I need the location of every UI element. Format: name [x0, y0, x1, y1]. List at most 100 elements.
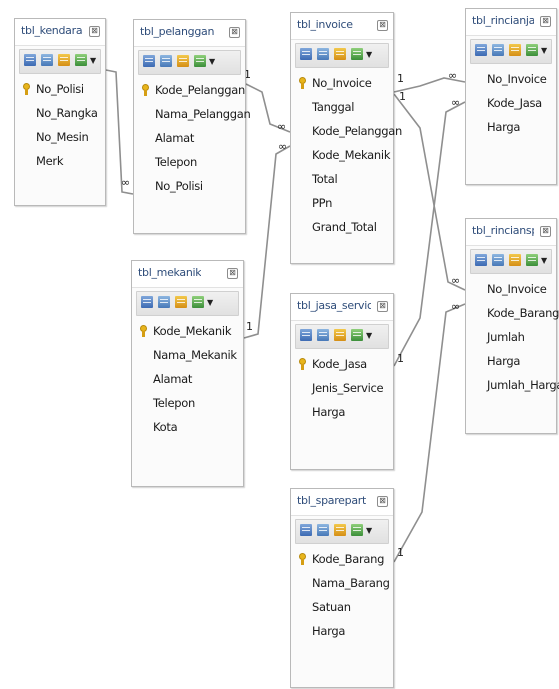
close-icon[interactable]: ⊠ — [540, 226, 551, 237]
relation-pelanggan-invoice[interactable]: 1∞ — [244, 68, 291, 133]
field-row[interactable]: Kode_Mekanik — [132, 319, 243, 343]
field-row[interactable]: Jenis_Service — [291, 376, 393, 400]
edit-table-icon[interactable] — [509, 254, 521, 266]
edit-table-icon[interactable] — [509, 44, 521, 56]
dropdown-arrow-icon[interactable]: ▼ — [366, 331, 372, 340]
field-row[interactable]: Alamat — [134, 126, 245, 150]
close-icon[interactable]: ⊠ — [377, 301, 388, 312]
field-row[interactable]: Harga — [291, 400, 393, 424]
field-row[interactable]: Total — [291, 167, 393, 191]
edit-table-icon[interactable] — [177, 55, 189, 67]
refresh-icon[interactable] — [75, 54, 87, 66]
refresh-icon[interactable] — [526, 44, 538, 56]
field-row[interactable]: Kode_Barang — [466, 301, 559, 325]
delete-field-icon[interactable] — [317, 48, 329, 60]
dropdown-arrow-icon[interactable]: ▼ — [209, 57, 215, 66]
table-header[interactable]: tbl_rinciansparе... ⊠ — [466, 219, 556, 246]
field-row[interactable]: Kode_Mekanik — [291, 143, 393, 167]
add-field-icon[interactable] — [141, 296, 153, 308]
dropdown-arrow-icon[interactable]: ▼ — [366, 526, 372, 535]
delete-field-icon[interactable] — [317, 329, 329, 341]
field-row[interactable]: Harga — [466, 349, 556, 373]
dropdown-arrow-icon[interactable]: ▼ — [366, 50, 372, 59]
table-header[interactable]: tbl_invoice ⊠ — [291, 13, 393, 40]
table-header[interactable]: tbl_jasa_service ⊠ — [291, 294, 393, 321]
field-row[interactable]: Jumlah_Harga — [466, 373, 559, 397]
refresh-icon[interactable] — [351, 329, 363, 341]
refresh-icon[interactable] — [351, 48, 363, 60]
add-field-icon[interactable] — [24, 54, 36, 66]
field-row[interactable]: Jumlah — [466, 325, 556, 349]
relation-line[interactable] — [393, 101, 466, 367]
field-row[interactable]: Kota — [132, 415, 243, 439]
field-row[interactable]: No_Polisi — [134, 174, 245, 198]
delete-field-icon[interactable] — [317, 524, 329, 536]
field-row[interactable]: Harga — [291, 619, 393, 643]
field-row[interactable]: PPn — [291, 191, 393, 215]
edit-table-icon[interactable] — [334, 524, 346, 536]
dropdown-arrow-icon[interactable]: ▼ — [541, 256, 547, 265]
delete-field-icon[interactable] — [492, 254, 504, 266]
table-header[interactable]: tbl_mekanik ⊠ — [132, 261, 243, 288]
field-row[interactable]: Grand_Total — [291, 215, 393, 239]
field-row[interactable]: Merk — [15, 149, 105, 173]
relation-jasaservice-rincianjasa[interactable]: 1∞ — [393, 96, 466, 367]
delete-field-icon[interactable] — [41, 54, 53, 66]
refresh-icon[interactable] — [351, 524, 363, 536]
refresh-icon[interactable] — [526, 254, 538, 266]
close-icon[interactable]: ⊠ — [89, 26, 100, 37]
refresh-icon[interactable] — [194, 55, 206, 67]
field-row[interactable]: Telepon — [132, 391, 243, 415]
table-header[interactable]: tbl_rincianjasa ⊠ — [466, 9, 556, 36]
close-icon[interactable]: ⊠ — [540, 16, 551, 27]
field-row[interactable]: Harga — [466, 115, 556, 139]
add-field-icon[interactable] — [143, 55, 155, 67]
table-header[interactable]: tbl_pelanggan ⊠ — [134, 20, 245, 47]
delete-field-icon[interactable] — [160, 55, 172, 67]
field-row[interactable]: No_Rangka — [15, 101, 105, 125]
relation-invoice-rincianjasa[interactable]: 1 ∞ — [393, 69, 466, 93]
field-row[interactable]: Nama_Pelanggan — [134, 102, 251, 126]
relation-line[interactable] — [393, 77, 466, 93]
close-icon[interactable]: ⊠ — [227, 268, 238, 279]
table-kendaraan[interactable]: tbl_kendaraan ⊠ ▼ No_Polisi No_Rangka No_Mesi… — [14, 18, 106, 206]
field-row[interactable]: No_Invoice — [466, 67, 556, 91]
table-mekanik[interactable]: tbl_mekanik ⊠ ▼ Kode_Mekanik Nama_Mekanik Ala… — [131, 260, 244, 487]
edit-table-icon[interactable] — [58, 54, 70, 66]
edit-table-icon[interactable] — [334, 48, 346, 60]
field-row[interactable]: Nama_Barang — [291, 571, 393, 595]
add-field-icon[interactable] — [300, 524, 312, 536]
field-row[interactable]: No_Mesin — [15, 125, 105, 149]
table-rincianjasa[interactable]: tbl_rincianjasa ⊠ ▼ No_Invoice Kode_Jasa Harg… — [465, 8, 557, 185]
close-icon[interactable]: ⊠ — [377, 496, 388, 507]
relation-line[interactable] — [243, 145, 291, 339]
table-pelanggan[interactable]: tbl_pelanggan ⊠ ▼ Kode_Pelanggan Nama_Pelang… — [133, 19, 251, 234]
field-row[interactable]: Telepon — [134, 150, 245, 174]
field-row[interactable]: No_Invoice — [291, 71, 393, 95]
field-row[interactable]: Nama_Mekanik — [132, 343, 243, 367]
edit-table-icon[interactable] — [175, 296, 187, 308]
field-row[interactable]: No_Invoice — [466, 277, 556, 301]
field-row[interactable]: Kode_Barang — [291, 547, 393, 571]
relation-line[interactable] — [393, 93, 466, 291]
relation-invoice-rinciansparepart[interactable]: 1∞ — [393, 90, 466, 291]
field-row[interactable]: Kode_Jasa — [291, 352, 393, 376]
refresh-icon[interactable] — [192, 296, 204, 308]
add-field-icon[interactable] — [475, 254, 487, 266]
table-jasaservice[interactable]: tbl_jasa_service ⊠ ▼ Kode_Jasa Jenis_Service… — [290, 293, 394, 470]
dropdown-arrow-icon[interactable]: ▼ — [90, 56, 96, 65]
delete-field-icon[interactable] — [492, 44, 504, 56]
table-header[interactable]: tbl_kendaraan ⊠ — [15, 19, 105, 46]
relation-mekanik-invoice[interactable]: 1∞ — [243, 140, 291, 339]
field-row[interactable]: Kode_Pelanggan — [134, 78, 245, 102]
dropdown-arrow-icon[interactable]: ▼ — [541, 46, 547, 55]
add-field-icon[interactable] — [475, 44, 487, 56]
relation-sparepart-rinciansparepart[interactable]: 1∞ — [393, 300, 466, 563]
relation-line[interactable] — [393, 303, 466, 563]
field-row[interactable]: Kode_Pelanggan — [291, 119, 402, 143]
field-row[interactable]: Tanggal — [291, 95, 393, 119]
table-rinciansparepart[interactable]: tbl_rinciansparе... ⊠ ▼ No_Invoice Kode_Bara… — [465, 218, 559, 434]
table-header[interactable]: tbl_sparepart ⊠ — [291, 489, 393, 516]
close-icon[interactable]: ⊠ — [229, 27, 240, 38]
dropdown-arrow-icon[interactable]: ▼ — [207, 298, 213, 307]
